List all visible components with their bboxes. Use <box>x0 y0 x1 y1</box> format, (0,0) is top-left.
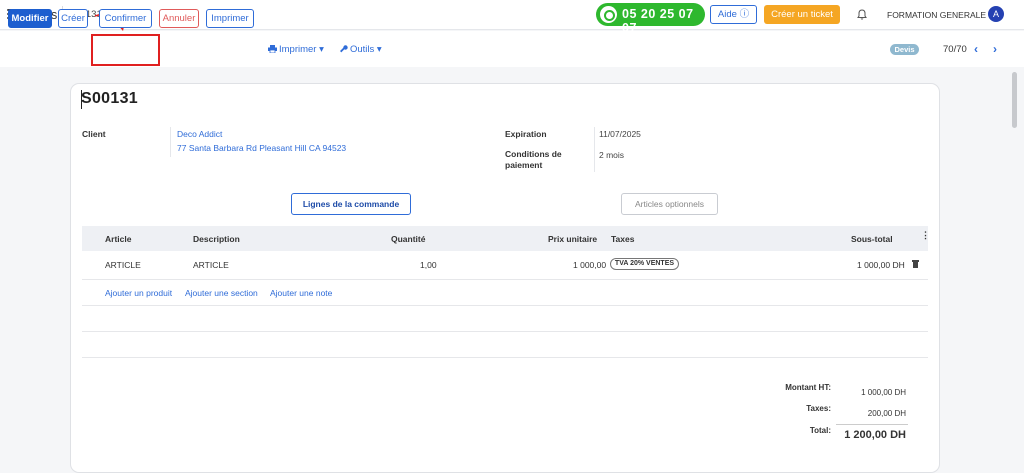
column-header-unit-price[interactable]: Prix unitaire <box>548 234 597 244</box>
field-divider <box>170 127 171 157</box>
create-ticket-button[interactable]: Créer un ticket <box>764 5 840 24</box>
pager-value[interactable]: 70/70 <box>943 44 967 55</box>
column-header-description[interactable]: Description <box>193 234 240 244</box>
print-dropdown[interactable]: Imprimer ▾ <box>268 44 324 55</box>
payment-terms-field[interactable]: 2 mois <box>599 150 624 160</box>
client-address-link[interactable]: 77 Santa Barbara Rd Pleasant Hill CA 945… <box>177 143 346 153</box>
print-button[interactable]: Imprimer <box>206 9 254 28</box>
row-description[interactable]: ARTICLE <box>193 260 229 270</box>
add-section-link[interactable]: Ajouter une section <box>185 288 258 298</box>
field-divider <box>594 127 595 172</box>
company-name[interactable]: FORMATION GENERALE <box>887 10 986 20</box>
payment-terms-label-line1: Conditions de <box>505 149 562 159</box>
expiration-label: Expiration <box>505 129 547 139</box>
row-article-link[interactable]: ARTICLE <box>105 260 141 270</box>
scrollbar-thumb[interactable] <box>1012 72 1017 128</box>
annotation-highlight-box <box>91 34 160 66</box>
tax-tag[interactable]: TVA 20% VENTES <box>610 258 679 270</box>
tab-optional-products[interactable]: Articles optionnels <box>621 193 718 215</box>
wrench-icon <box>340 45 348 53</box>
taxes-value: 200,00 DH <box>867 409 906 418</box>
client-label: Client <box>82 129 106 139</box>
edit-button[interactable]: Modifier <box>8 9 52 28</box>
column-options-icon[interactable]: ⋮ <box>921 230 930 241</box>
avatar[interactable]: A <box>988 6 1004 22</box>
expiration-field[interactable]: 11/07/2025 <box>599 129 641 139</box>
add-note-link[interactable]: Ajouter une note <box>270 288 332 298</box>
help-button[interactable]: Aide ⓘ <box>710 5 757 24</box>
tools-dropdown[interactable]: Outils ▾ <box>340 44 382 55</box>
form-sheet <box>70 83 940 473</box>
tab-order-lines[interactable]: Lignes de la commande <box>291 193 411 215</box>
column-header-quantity[interactable]: Quantité <box>391 234 425 244</box>
client-name-link[interactable]: Deco Addict <box>177 129 222 139</box>
headset-icon <box>600 6 617 23</box>
tools-dropdown-label: Outils ▾ <box>350 44 382 55</box>
row-unit-price[interactable]: 1 000,00 <box>573 260 606 270</box>
row-quantity[interactable]: 1,00 <box>420 260 437 270</box>
total-label: Total: <box>809 426 831 435</box>
column-header-article[interactable]: Article <box>105 234 131 244</box>
row-divider <box>82 331 928 332</box>
column-header-taxes[interactable]: Taxes <box>611 234 634 244</box>
print-dropdown-label: Imprimer ▾ <box>279 44 324 55</box>
row-subtotal: 1 000,00 DH <box>857 260 905 270</box>
add-product-link[interactable]: Ajouter un produit <box>105 288 172 298</box>
row-divider <box>82 357 928 358</box>
totals-divider <box>836 424 908 425</box>
untaxed-amount-value: 1 000,00 DH <box>861 388 906 397</box>
pager-previous-button[interactable]: ‹ <box>974 42 978 56</box>
payment-terms-label-line2: paiement <box>505 160 543 170</box>
column-header-subtotal[interactable]: Sous-total <box>851 234 893 244</box>
top-navbar: Devis S00131 05 20 25 07 07 Aide ⓘ Créer… <box>0 0 1024 35</box>
confirm-button[interactable]: Confirmer <box>99 9 152 28</box>
status-badge: Devis <box>890 44 919 55</box>
total-value: 1 200,00 DH <box>844 429 906 441</box>
taxes-label: Taxes: <box>806 404 831 413</box>
support-phone-button[interactable]: 05 20 25 07 07 <box>596 3 705 35</box>
text-cursor <box>81 90 82 109</box>
printer-icon <box>268 45 277 53</box>
page-title: S00131 <box>81 90 138 107</box>
row-divider <box>82 279 928 280</box>
untaxed-amount-label: Montant HT: <box>785 383 831 392</box>
create-button[interactable]: Créer <box>58 9 88 28</box>
trash-icon[interactable] <box>912 260 919 268</box>
bell-icon[interactable] <box>857 9 867 20</box>
cancel-button[interactable]: Annuler <box>159 9 199 28</box>
row-divider <box>82 305 928 306</box>
pager-next-button[interactable]: › <box>993 42 997 56</box>
